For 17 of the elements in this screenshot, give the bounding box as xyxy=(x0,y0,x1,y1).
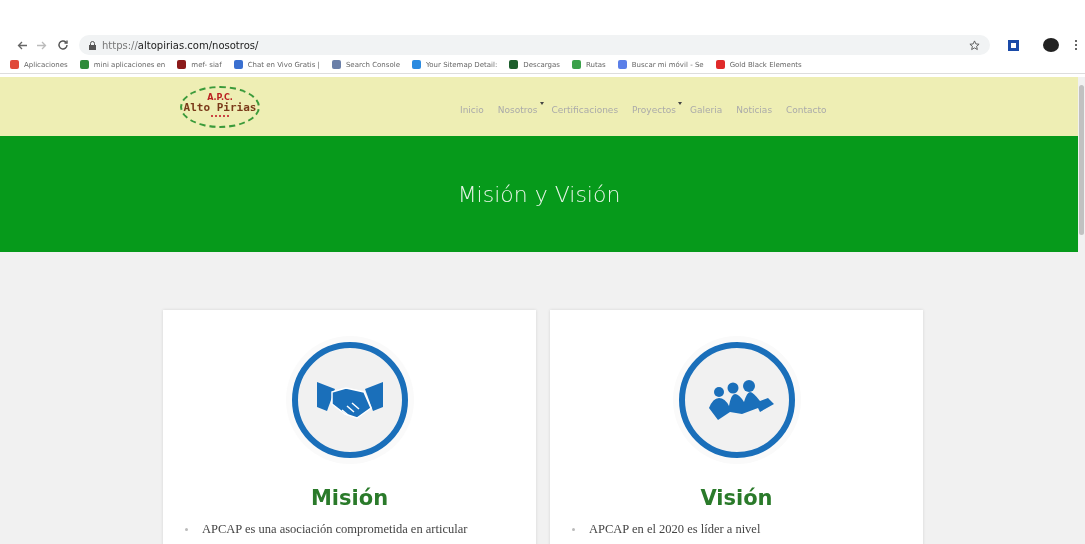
handshake-icon xyxy=(289,340,410,460)
card-text: APCAP es una asociación comprometida en articular xyxy=(202,522,468,537)
card-title: Misión xyxy=(310,486,389,510)
card-title: Visión xyxy=(700,486,773,510)
bullet-icon xyxy=(185,528,188,531)
address-bar[interactable]: https://altopirias.com/nosotros/ xyxy=(79,35,990,55)
scrollbar[interactable] xyxy=(1078,77,1085,544)
reload-icon[interactable] xyxy=(57,39,69,51)
card-text: APCAP en el 2020 es líder a nivel xyxy=(589,522,761,537)
back-icon[interactable] xyxy=(17,40,27,50)
profile-avatar[interactable] xyxy=(1043,38,1059,52)
bullet-icon xyxy=(572,528,575,531)
lock-icon xyxy=(89,40,96,50)
extension-icon[interactable] xyxy=(1008,39,1019,51)
logo[interactable]: A.P.C. Alto Pirias xyxy=(180,85,260,128)
page-title: Misión y Visión xyxy=(457,181,621,207)
star-icon[interactable] xyxy=(969,39,980,51)
